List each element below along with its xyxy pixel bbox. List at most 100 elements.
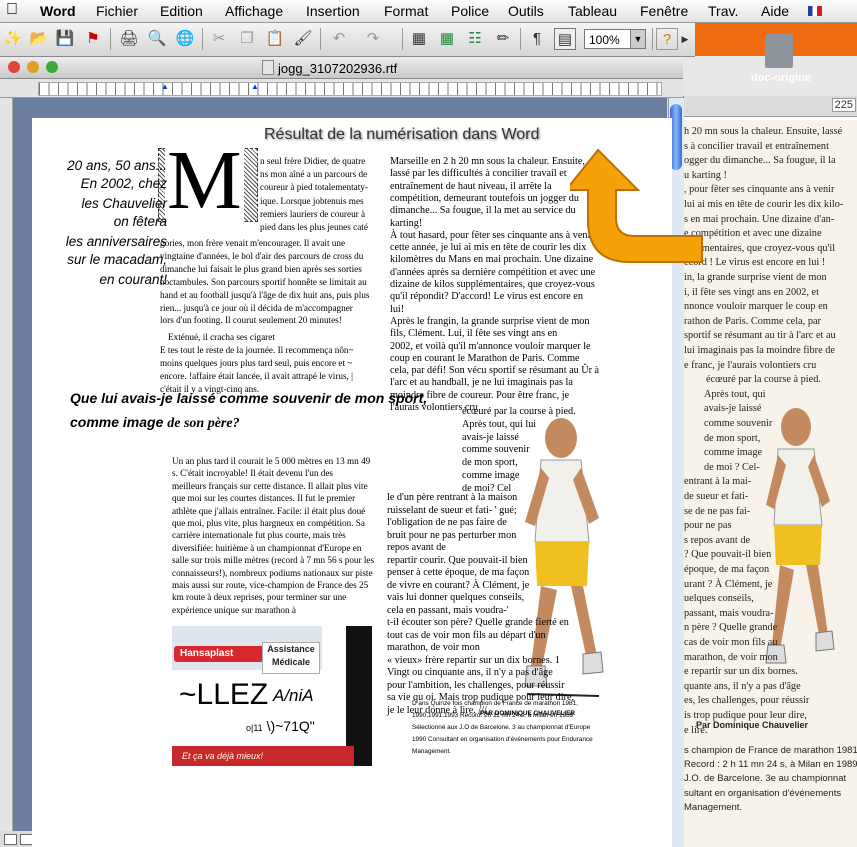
- scan-line: comme souvenir: [704, 418, 773, 429]
- paste-icon[interactable]: 📋: [264, 28, 286, 50]
- new-document-icon[interactable]: ✨: [2, 28, 24, 50]
- scan-line: pour ne pas: [684, 520, 732, 532]
- undo-icon[interactable]: ↶: [328, 28, 350, 50]
- menu-insertion[interactable]: Insertion: [306, 3, 360, 19]
- intro-line: les Chauvelier: [81, 196, 167, 211]
- chevron-down-icon[interactable]: ▼: [630, 30, 645, 48]
- original-window-topbar: 225: [684, 96, 857, 117]
- close-icon[interactable]: [8, 61, 20, 73]
- col2-top-line: d'années après sa dernière compétition e…: [390, 266, 596, 278]
- save-icon[interactable]: 💾: [54, 28, 76, 50]
- print-preview-icon[interactable]: 🔍: [146, 28, 168, 50]
- french-flag-icon[interactable]: [808, 6, 822, 16]
- scan-line: s repos avant de: [684, 534, 751, 546]
- col2-bottom-line: bruit pour ne pas perturber mon: [387, 529, 517, 541]
- ad-black-bar: [346, 626, 372, 766]
- col1-top-line: n seul frère Didier, de quatre: [260, 156, 366, 166]
- horizontal-ruler[interactable]: ▲ ▲: [0, 79, 683, 98]
- apple-icon[interactable]: : [6, 1, 18, 19]
- col2-bottom-line: t-il écouter son père? Quelle grande fie…: [387, 617, 569, 628]
- pilcrow-icon[interactable]: ¶: [526, 28, 548, 50]
- menu-fichier[interactable]: Fichier: [96, 3, 138, 19]
- menu-outils[interactable]: Outils: [508, 3, 544, 19]
- chevron-right-icon[interactable]: ▶: [680, 28, 690, 50]
- col2-bottom-line: « vieux» frère repartir sur un dix borne…: [387, 654, 560, 666]
- dropcap-letter: M: [165, 134, 244, 227]
- window-titlebar: jogg_3107202936.rtf: [0, 56, 683, 79]
- help-icon[interactable]: ?: [656, 28, 678, 50]
- toolbar-separator: [320, 28, 321, 50]
- ad-bottom-banner: Et ça va déjà mieux!: [172, 746, 354, 766]
- col2-narrow-line: écœuré par la course à pied.: [462, 406, 576, 417]
- scan-line: de mon sport,: [704, 432, 761, 444]
- menu-edition[interactable]: Edition: [160, 3, 203, 19]
- redo-icon[interactable]: ↷: [362, 28, 384, 50]
- ruler-strip[interactable]: ▲ ▲: [38, 82, 662, 96]
- scan-line: urant ? À Clément, je: [684, 578, 773, 590]
- flag-icon[interactable]: ⚑: [82, 28, 104, 50]
- intro-line: En 2002, chez: [80, 176, 167, 191]
- scan-footer-line: Record : 2 h 11 mn 24 s, à Milan en 1989…: [684, 759, 857, 771]
- insert-excel-icon[interactable]: ☷: [464, 28, 486, 50]
- scan-line: rathon de Paris. Comme cela, par: [684, 315, 821, 327]
- scan-line: nnonce vouloir marquer le coup en: [684, 301, 828, 313]
- footnote-line: Management.: [412, 748, 452, 755]
- col1-bottom-line: salle sur trois mille mètres (record à 7…: [172, 555, 375, 566]
- copy-icon[interactable]: ❐: [236, 28, 258, 50]
- ad-red-banner: Hansaplast: [174, 646, 264, 662]
- zoom-window-icon[interactable]: [46, 61, 58, 73]
- col1-top-line: rien... jusqu'à ce jour où il décida de …: [160, 302, 353, 313]
- minimize-icon[interactable]: [27, 61, 39, 73]
- drawing-icon[interactable]: ✏: [492, 28, 514, 50]
- menu-trav[interactable]: Trav.: [708, 3, 738, 19]
- intro-line: les anniversaires: [65, 234, 167, 249]
- web-icon[interactable]: 🌐: [174, 28, 196, 50]
- document-icon[interactable]: [765, 34, 793, 68]
- ad-brand: Hansaplast: [180, 648, 234, 659]
- col2-narrow-line: avais-je laissé: [462, 431, 519, 443]
- open-folder-icon[interactable]: 📂: [28, 28, 50, 50]
- window-title: jogg_3107202936.rtf: [262, 60, 397, 76]
- footnote-line: Sélectionné aux J.O de Barcelone. 3 au c…: [412, 724, 591, 731]
- document-map-icon[interactable]: ▤: [554, 28, 576, 50]
- zoom-select[interactable]: 100% ▼: [584, 29, 646, 49]
- section-heading-line2: comme image de son père?: [70, 414, 240, 432]
- tab-stop-icon[interactable]: ▲: [251, 82, 259, 91]
- menu-fenetre[interactable]: Fenêtre: [640, 3, 688, 19]
- intro-line: 20 ans, 50 ans...: [67, 158, 167, 173]
- col2-narrow-line: comme image: [462, 470, 520, 481]
- cut-icon[interactable]: ✂: [208, 28, 230, 50]
- print-icon[interactable]: 🖨: [118, 28, 140, 50]
- menu-bar:  Word Fichier Edition Affichage Inserti…: [0, 0, 857, 23]
- col1-bottom-line: que moi, plus vite, plus hargneux en com…: [172, 518, 365, 528]
- scan-line: i, il fête ses vingt ans en 2002, et: [684, 286, 819, 298]
- menu-affichage[interactable]: Affichage: [225, 3, 283, 19]
- col2-top-line: entraînement de haut niveau, il arrête l…: [390, 180, 552, 192]
- normal-view-icon[interactable]: [4, 834, 17, 845]
- menu-format[interactable]: Format: [384, 3, 428, 19]
- indent-marker-icon[interactable]: ▲: [161, 82, 169, 91]
- doc-origine-label[interactable]: doc-origine: [740, 72, 822, 84]
- col2-bottom-line: tout cas de voir mon fils au départ d'un: [387, 629, 546, 641]
- format-painter-icon[interactable]: 🖌: [292, 28, 314, 50]
- tables-borders-icon[interactable]: ▦: [408, 28, 430, 50]
- scan-line: marathon, de voir mon: [684, 651, 778, 663]
- menu-app-word[interactable]: Word: [40, 3, 76, 19]
- vertical-ruler[interactable]: [0, 98, 13, 847]
- scan-line: écœuré par la course à pied.: [706, 374, 821, 386]
- col2-top-line: karting!: [390, 217, 423, 229]
- col2-top-line: Marseille en 2 h 20 mn sous la chaleur. …: [390, 156, 585, 167]
- scan-line: époque, de ma façon: [684, 564, 770, 575]
- menu-tableau[interactable]: Tableau: [568, 3, 617, 19]
- col1-bottom-line: connaisseurs!), nombreux podiums nationa…: [172, 567, 373, 578]
- col1-top-line: coureur à pied totalementaty-: [260, 182, 368, 193]
- ocr-artifact-small: o|11: [246, 723, 263, 733]
- col1-top-line: encore. !affaire était lancée, il avait …: [160, 371, 353, 381]
- col2-narrow-line: comme souvenir: [462, 444, 530, 456]
- col2-bottom-line: vais lui donner quelques conseils,: [387, 592, 525, 603]
- menu-aide[interactable]: Aide: [761, 3, 789, 19]
- menu-police[interactable]: Police: [451, 3, 489, 19]
- insert-table-icon[interactable]: ▦: [436, 28, 458, 50]
- col2-top-line: cela, par défi! Son vécu sportif se résu…: [390, 365, 600, 377]
- col2-top-line: lui!: [390, 303, 405, 315]
